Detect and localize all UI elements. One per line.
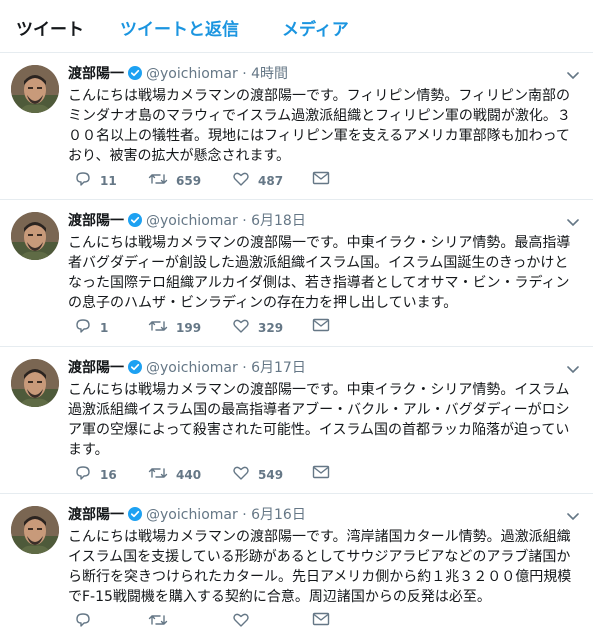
like-count: 329 bbox=[258, 320, 284, 335]
tweet-header: 渡部陽一 @yoichiomar · 6月18日 bbox=[68, 210, 573, 230]
tweet-actions: 16 440 549 bbox=[68, 465, 348, 485]
separator-dot: · bbox=[242, 213, 247, 229]
avatar[interactable] bbox=[11, 506, 59, 554]
separator-dot: · bbox=[242, 66, 247, 82]
tweet-text: こんにちは戦場カメラマンの渡部陽一です。湾岸諸国カタール情勢。過激派組織イスラム… bbox=[68, 529, 572, 605]
tweet[interactable]: 渡部陽一 @yoichiomar · 4時間 こんにちは戦場カメラマンの渡部陽一で… bbox=[0, 53, 593, 200]
verified-badge-icon bbox=[128, 360, 142, 378]
tweet[interactable]: 渡部陽一 @yoichiomar · 6月17日 こんにちは戦場カメラマンの渡部陽… bbox=[0, 347, 593, 494]
retweet-button[interactable]: 440 bbox=[148, 465, 201, 484]
reply-count: 11 bbox=[100, 173, 117, 188]
retweet-icon bbox=[148, 318, 168, 337]
tweet-text: こんにちは戦場カメラマンの渡部陽一です。中東イラク・シリア情勢。最高指導者バグダ… bbox=[68, 235, 571, 311]
tweet-timeline: 渡部陽一 @yoichiomar · 4時間 こんにちは戦場カメラマンの渡部陽一で… bbox=[0, 53, 593, 644]
author-handle[interactable]: @yoichiomar bbox=[146, 213, 238, 229]
reply-icon bbox=[74, 171, 92, 190]
retweet-count: 440 bbox=[176, 467, 202, 482]
tweet-actions bbox=[68, 612, 348, 632]
tab-tweets-and-replies[interactable]: ツイートと返信 bbox=[120, 15, 239, 40]
avatar[interactable] bbox=[11, 212, 59, 260]
author-name[interactable]: 渡部陽一 bbox=[68, 213, 124, 229]
reply-icon bbox=[74, 465, 92, 484]
reply-icon bbox=[74, 318, 92, 337]
verified-badge-icon bbox=[128, 66, 142, 84]
reply-count: 1 bbox=[100, 320, 109, 335]
author-name[interactable]: 渡部陽一 bbox=[68, 360, 124, 376]
chevron-down-icon[interactable] bbox=[567, 65, 579, 84]
tweet-timestamp[interactable]: 4時間 bbox=[251, 66, 288, 82]
reply-count: 16 bbox=[100, 467, 117, 482]
profile-tabs: ツイート ツイートと返信 メディア bbox=[0, 0, 593, 53]
tweet-actions: 11 659 487 bbox=[68, 171, 348, 191]
chevron-down-icon[interactable] bbox=[567, 359, 579, 378]
like-button[interactable]: 549 bbox=[232, 465, 283, 484]
retweet-button[interactable]: 199 bbox=[148, 318, 201, 337]
envelope-icon bbox=[312, 465, 330, 482]
retweet-icon bbox=[148, 171, 168, 190]
tab-media[interactable]: メディア bbox=[282, 15, 349, 40]
like-count: 487 bbox=[258, 173, 284, 188]
reply-button[interactable]: 1 bbox=[74, 318, 108, 337]
separator-dot: · bbox=[242, 360, 247, 376]
tweet-header: 渡部陽一 @yoichiomar · 6月16日 bbox=[68, 504, 573, 524]
avatar[interactable] bbox=[11, 359, 59, 407]
reply-button[interactable]: 11 bbox=[74, 171, 117, 190]
tweet[interactable]: 渡部陽一 @yoichiomar · 6月18日 こんにちは戦場カメラマンの渡部陽… bbox=[0, 200, 593, 347]
envelope-icon bbox=[312, 612, 330, 629]
retweet-icon bbox=[148, 465, 168, 484]
tweet-timestamp[interactable]: 6月18日 bbox=[251, 213, 306, 229]
author-handle[interactable]: @yoichiomar bbox=[146, 66, 238, 82]
tweet-header: 渡部陽一 @yoichiomar · 4時間 bbox=[68, 63, 573, 83]
retweet-button[interactable] bbox=[148, 612, 176, 631]
retweet-icon bbox=[148, 612, 168, 631]
like-count: 549 bbox=[258, 467, 284, 482]
heart-icon bbox=[232, 465, 250, 484]
tweet-text: こんにちは戦場カメラマンの渡部陽一です。中東イラク・シリア情勢。イスラム過激派組… bbox=[68, 382, 570, 458]
author-handle[interactable]: @yoichiomar bbox=[146, 507, 238, 523]
envelope-icon bbox=[312, 171, 330, 188]
tweet-header: 渡部陽一 @yoichiomar · 6月17日 bbox=[68, 357, 573, 377]
tweet-actions: 1 199 329 bbox=[68, 318, 348, 338]
heart-icon bbox=[232, 318, 250, 337]
reply-button[interactable]: 16 bbox=[74, 465, 117, 484]
reply-icon bbox=[74, 612, 92, 631]
chevron-down-icon[interactable] bbox=[567, 212, 579, 231]
author-name[interactable]: 渡部陽一 bbox=[68, 66, 124, 82]
like-button[interactable] bbox=[232, 612, 258, 631]
direct-message-button[interactable] bbox=[312, 171, 330, 188]
envelope-icon bbox=[312, 318, 330, 335]
direct-message-button[interactable] bbox=[312, 318, 330, 335]
tweet-text: こんにちは戦場カメラマンの渡部陽一です。フィリピン情勢。フィリピン南部のミンダナ… bbox=[68, 88, 571, 164]
separator-dot: · bbox=[242, 507, 247, 523]
verified-badge-icon bbox=[128, 507, 142, 525]
tweet-timestamp[interactable]: 6月16日 bbox=[251, 507, 306, 523]
retweet-button[interactable]: 659 bbox=[148, 171, 201, 190]
reply-button[interactable] bbox=[74, 612, 100, 631]
like-button[interactable]: 329 bbox=[232, 318, 283, 337]
author-handle[interactable]: @yoichiomar bbox=[146, 360, 238, 376]
avatar[interactable] bbox=[11, 65, 59, 113]
tweet[interactable]: 渡部陽一 @yoichiomar · 6月16日 こんにちは戦場カメラマンの渡部陽… bbox=[0, 494, 593, 644]
heart-icon bbox=[232, 612, 250, 631]
direct-message-button[interactable] bbox=[312, 465, 330, 482]
direct-message-button[interactable] bbox=[312, 612, 330, 629]
chevron-down-icon[interactable] bbox=[567, 506, 579, 525]
heart-icon bbox=[232, 171, 250, 190]
retweet-count: 199 bbox=[176, 320, 202, 335]
tweet-timestamp[interactable]: 6月17日 bbox=[251, 360, 306, 376]
like-button[interactable]: 487 bbox=[232, 171, 283, 190]
verified-badge-icon bbox=[128, 213, 142, 231]
retweet-count: 659 bbox=[176, 173, 202, 188]
tab-tweets[interactable]: ツイート bbox=[16, 15, 84, 40]
author-name[interactable]: 渡部陽一 bbox=[68, 507, 124, 523]
